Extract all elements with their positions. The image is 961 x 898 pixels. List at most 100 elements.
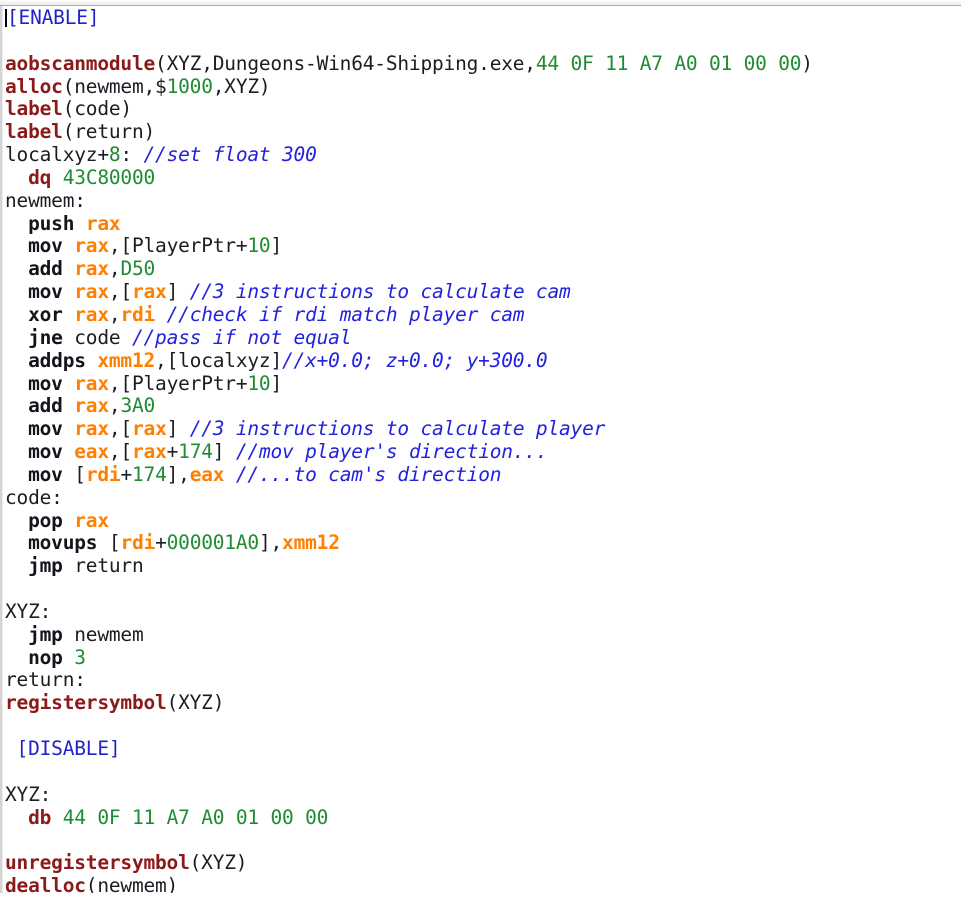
code-line[interactable]: movups [rdi+000001A0],xmm12: [5, 532, 955, 555]
code-line[interactable]: newmem:: [5, 190, 955, 213]
code-token-plain: [63, 440, 75, 463]
code-token-plain: [74, 212, 86, 235]
code-line[interactable]: XYZ:: [5, 601, 955, 624]
code-token-comment: //x+0.0; z+0.0; y+300.0: [282, 349, 547, 372]
code-token-plain: ,: [109, 257, 121, 280]
code-line[interactable]: jne code //pass if not equal: [5, 327, 955, 350]
code-token-reg: rdi: [120, 303, 155, 326]
code-line[interactable]: XYZ:: [5, 784, 955, 807]
code-token-plain: [63, 280, 75, 303]
code-token-plain: [5, 394, 28, 417]
code-line[interactable]: return:: [5, 669, 955, 692]
code-token-plain: return:: [5, 668, 86, 691]
code-line[interactable]: add rax,D50: [5, 258, 955, 281]
code-token-num: 3A0: [120, 394, 155, 417]
code-token-plain: [51, 806, 63, 829]
code-line[interactable]: [ENABLE]: [5, 7, 955, 30]
code-token-num: D50: [120, 257, 155, 280]
code-line[interactable]: label(code): [5, 98, 955, 121]
code-token-num: 43C80000: [63, 166, 155, 189]
code-line[interactable]: localxyz+8: //set float 300: [5, 144, 955, 167]
code-token-plain: return: [63, 554, 144, 577]
code-token-num: 174: [178, 440, 213, 463]
code-token-plain: XYZ:: [5, 783, 51, 806]
code-token-plain: [51, 166, 63, 189]
code-token-plain: [5, 349, 28, 372]
code-line[interactable]: [5, 578, 955, 601]
code-token-plain: ,[: [109, 280, 132, 303]
code-line[interactable]: addps xmm12,[localxyz]//x+0.0; z+0.0; y+…: [5, 350, 955, 373]
code-token-plain: ]: [167, 417, 190, 440]
code-line[interactable]: [DISABLE]: [5, 738, 955, 761]
code-line[interactable]: mov eax,[rax+174] //mov player's directi…: [5, 441, 955, 464]
code-token-dqdb: dq: [28, 166, 51, 189]
code-line[interactable]: [5, 829, 955, 852]
code-token-mnem: mov: [28, 234, 63, 257]
code-token-comment: //pass if not equal: [132, 326, 351, 349]
code-token-plain: [5, 463, 28, 486]
code-token-plain: [63, 234, 75, 257]
code-token-plain: [63, 303, 75, 326]
code-line[interactable]: aobscanmodule(XYZ,Dungeons-Win64-Shippin…: [5, 53, 955, 76]
code-token-mnem: xor: [28, 303, 63, 326]
code-line[interactable]: [5, 761, 955, 784]
code-line[interactable]: mov rax,[rax] //3 instructions to calcul…: [5, 418, 955, 441]
auto-assembler-script-editor[interactable]: [ENABLE] aobscanmodule(XYZ,Dungeons-Win6…: [0, 0, 961, 898]
code-line[interactable]: alloc(newmem,$1000,XYZ): [5, 76, 955, 99]
code-line[interactable]: [5, 30, 955, 53]
code-token-mnem: mov: [28, 463, 63, 486]
code-line[interactable]: jmp newmem: [5, 624, 955, 647]
code-line[interactable]: mov rax,[rax] //3 instructions to calcul…: [5, 281, 955, 304]
code-token-num: 10: [247, 234, 270, 257]
code-token-mnem: jmp: [28, 554, 63, 577]
code-line[interactable]: registersymbol(XYZ): [5, 692, 955, 715]
code-line[interactable]: add rax,3A0: [5, 395, 955, 418]
code-line[interactable]: push rax: [5, 213, 955, 236]
code-token-plain: [5, 440, 28, 463]
code-line[interactable]: [5, 715, 955, 738]
code-token-cmd: label: [5, 97, 63, 120]
code-token-plain: ,[PlayerPtr+: [109, 372, 247, 395]
code-token-plain: [5, 234, 28, 257]
code-token-plain: ,[localxyz]: [155, 349, 282, 372]
code-token-plain: (XYZ): [190, 851, 248, 874]
code-token-plain: ]: [167, 280, 190, 303]
code-line[interactable]: pop rax: [5, 510, 955, 533]
code-line[interactable]: mov rax,[PlayerPtr+10]: [5, 373, 955, 396]
code-token-plain: (XYZ,Dungeons-Win64-Shipping.exe,: [155, 52, 536, 75]
code-token-plain: newmem: [63, 623, 144, 646]
code-token-plain: [224, 463, 236, 486]
code-line[interactable]: dq 43C80000: [5, 167, 955, 190]
code-token-plain: [: [97, 531, 120, 554]
code-line[interactable]: code:: [5, 487, 955, 510]
code-token-num: 44 0F 11 A7 A0 01 00 00: [536, 52, 801, 75]
code-token-mnem: nop: [28, 646, 63, 669]
code-line[interactable]: xor rax,rdi //check if rdi match player …: [5, 304, 955, 327]
code-token-reg: rax: [74, 280, 109, 303]
code-line[interactable]: label(return): [5, 121, 955, 144]
code-token-plain: ]: [213, 440, 236, 463]
code-token-mnem: addps: [28, 349, 86, 372]
code-token-plain: (return): [63, 120, 155, 143]
code-token-cmd: label: [5, 120, 63, 143]
code-line[interactable]: jmp return: [5, 555, 955, 578]
code-token-plain: newmem:: [5, 189, 86, 212]
code-token-section: [ENABLE]: [7, 7, 99, 29]
code-line[interactable]: nop 3: [5, 647, 955, 670]
code-line[interactable]: db 44 0F 11 A7 A0 01 00 00: [5, 807, 955, 830]
code-token-plain: [5, 646, 28, 669]
code-token-plain: XYZ:: [5, 600, 51, 623]
code-token-num: 8: [109, 143, 121, 166]
code-line[interactable]: mov [rdi+174],eax //...to cam's directio…: [5, 464, 955, 487]
code-token-plain: [63, 257, 75, 280]
code-token-plain: ],: [259, 531, 282, 554]
code-token-plain: ],: [167, 463, 190, 486]
code-line[interactable]: unregistersymbol(XYZ): [5, 852, 955, 875]
code-token-mnem: add: [28, 257, 63, 280]
code-token-reg: eax: [74, 440, 109, 463]
code-token-plain: [63, 417, 75, 440]
code-text-area[interactable]: [ENABLE] aobscanmodule(XYZ,Dungeons-Win6…: [5, 7, 955, 897]
code-line[interactable]: mov rax,[PlayerPtr+10]: [5, 235, 955, 258]
code-token-plain: [155, 303, 167, 326]
editor-bottom-clip: [0, 893, 961, 898]
